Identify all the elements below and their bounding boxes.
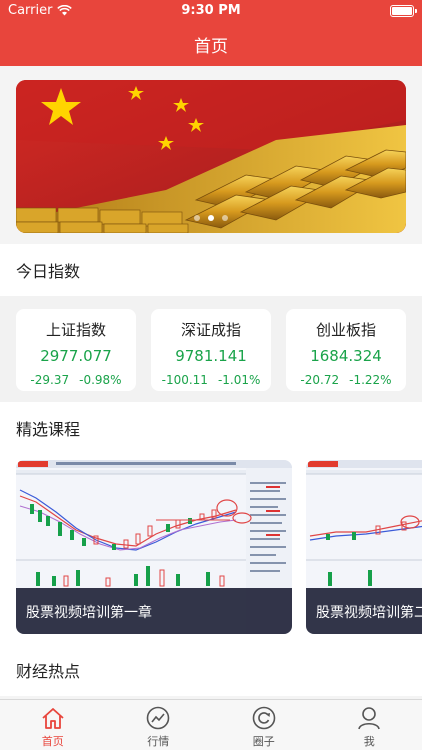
index-card-shanghai[interactable]: 上证指数 2977.077 -29.37 -0.98% — [16, 309, 136, 391]
index-card-chinext[interactable]: 创业板指 1684.324 -20.72 -1.22% — [286, 309, 406, 391]
home-icon — [42, 708, 64, 729]
course-card[interactable]: 股票视频培训第二章 — [306, 460, 422, 634]
index-card-shenzhen[interactable]: 深证成指 9781.141 -100.11 -1.01% — [151, 309, 271, 391]
chart-icon — [146, 706, 170, 730]
status-bar: Carrier 9:30 PM — [0, 0, 422, 22]
index-name: 创业板指 — [315, 321, 376, 339]
clock: 9:30 PM — [181, 3, 241, 18]
indices-panel: 上证指数 2977.077 -29.37 -0.98% 深证成指 9781.14… — [0, 296, 422, 402]
pager-dot-active[interactable] — [208, 215, 214, 221]
courses-carousel[interactable]: 股票视频培训第一章 股票视频培训第二章 — [0, 454, 422, 644]
index-change: -100.11 — [161, 373, 208, 387]
course-title: 股票视频培训第一章 — [16, 588, 292, 634]
index-percent: -1.22% — [349, 373, 392, 387]
index-value: 1684.324 — [310, 347, 382, 365]
index-change: -20.72 — [300, 373, 340, 387]
page-title: 首页 — [194, 36, 228, 57]
news-section-title: 财经热点 — [0, 644, 422, 696]
tab-label: 圈子 — [252, 735, 275, 748]
index-change-row: -100.11 -1.01% — [151, 373, 271, 387]
battery-icon — [390, 5, 417, 17]
courses-section-title: 精选课程 — [0, 402, 422, 454]
circle-icon — [252, 706, 276, 730]
tab-market[interactable]: 行情 — [106, 700, 212, 750]
index-percent: -0.98% — [79, 373, 122, 387]
index-change: -29.37 — [30, 373, 70, 387]
course-card[interactable]: 股票视频培训第一章 — [16, 460, 292, 634]
indices-section-title: 今日指数 — [0, 244, 422, 296]
index-name: 上证指数 — [45, 321, 106, 339]
tab-home[interactable]: 首页 — [0, 700, 106, 750]
course-title: 股票视频培训第二章 — [306, 588, 422, 634]
tab-label: 首页 — [41, 735, 64, 748]
nav-bar: 首页 — [0, 22, 422, 66]
tab-circle[interactable]: 圈子 — [211, 700, 317, 750]
index-value: 9781.141 — [175, 347, 247, 365]
tab-label: 我 — [363, 735, 375, 748]
index-change-row: -20.72 -1.22% — [286, 373, 406, 387]
pager-dot[interactable] — [222, 215, 228, 221]
pager-dot[interactable] — [194, 215, 200, 221]
index-change-row: -29.37 -0.98% — [16, 373, 136, 387]
tab-label: 行情 — [147, 735, 170, 748]
user-icon — [358, 707, 381, 730]
index-percent: -1.01% — [217, 373, 261, 387]
banner-carousel[interactable] — [16, 80, 406, 233]
index-value: 2977.077 — [40, 347, 112, 365]
tab-bar: 首页 行情 圈子 我 — [0, 699, 422, 750]
index-name: 深证成指 — [180, 321, 241, 339]
carousel-pager[interactable] — [16, 215, 406, 221]
banner-image — [16, 80, 406, 233]
tab-me[interactable]: 我 — [317, 700, 422, 750]
home-content[interactable]: 今日指数 上证指数 2977.077 -29.37 -0.98% 深证成指 97… — [0, 66, 422, 699]
